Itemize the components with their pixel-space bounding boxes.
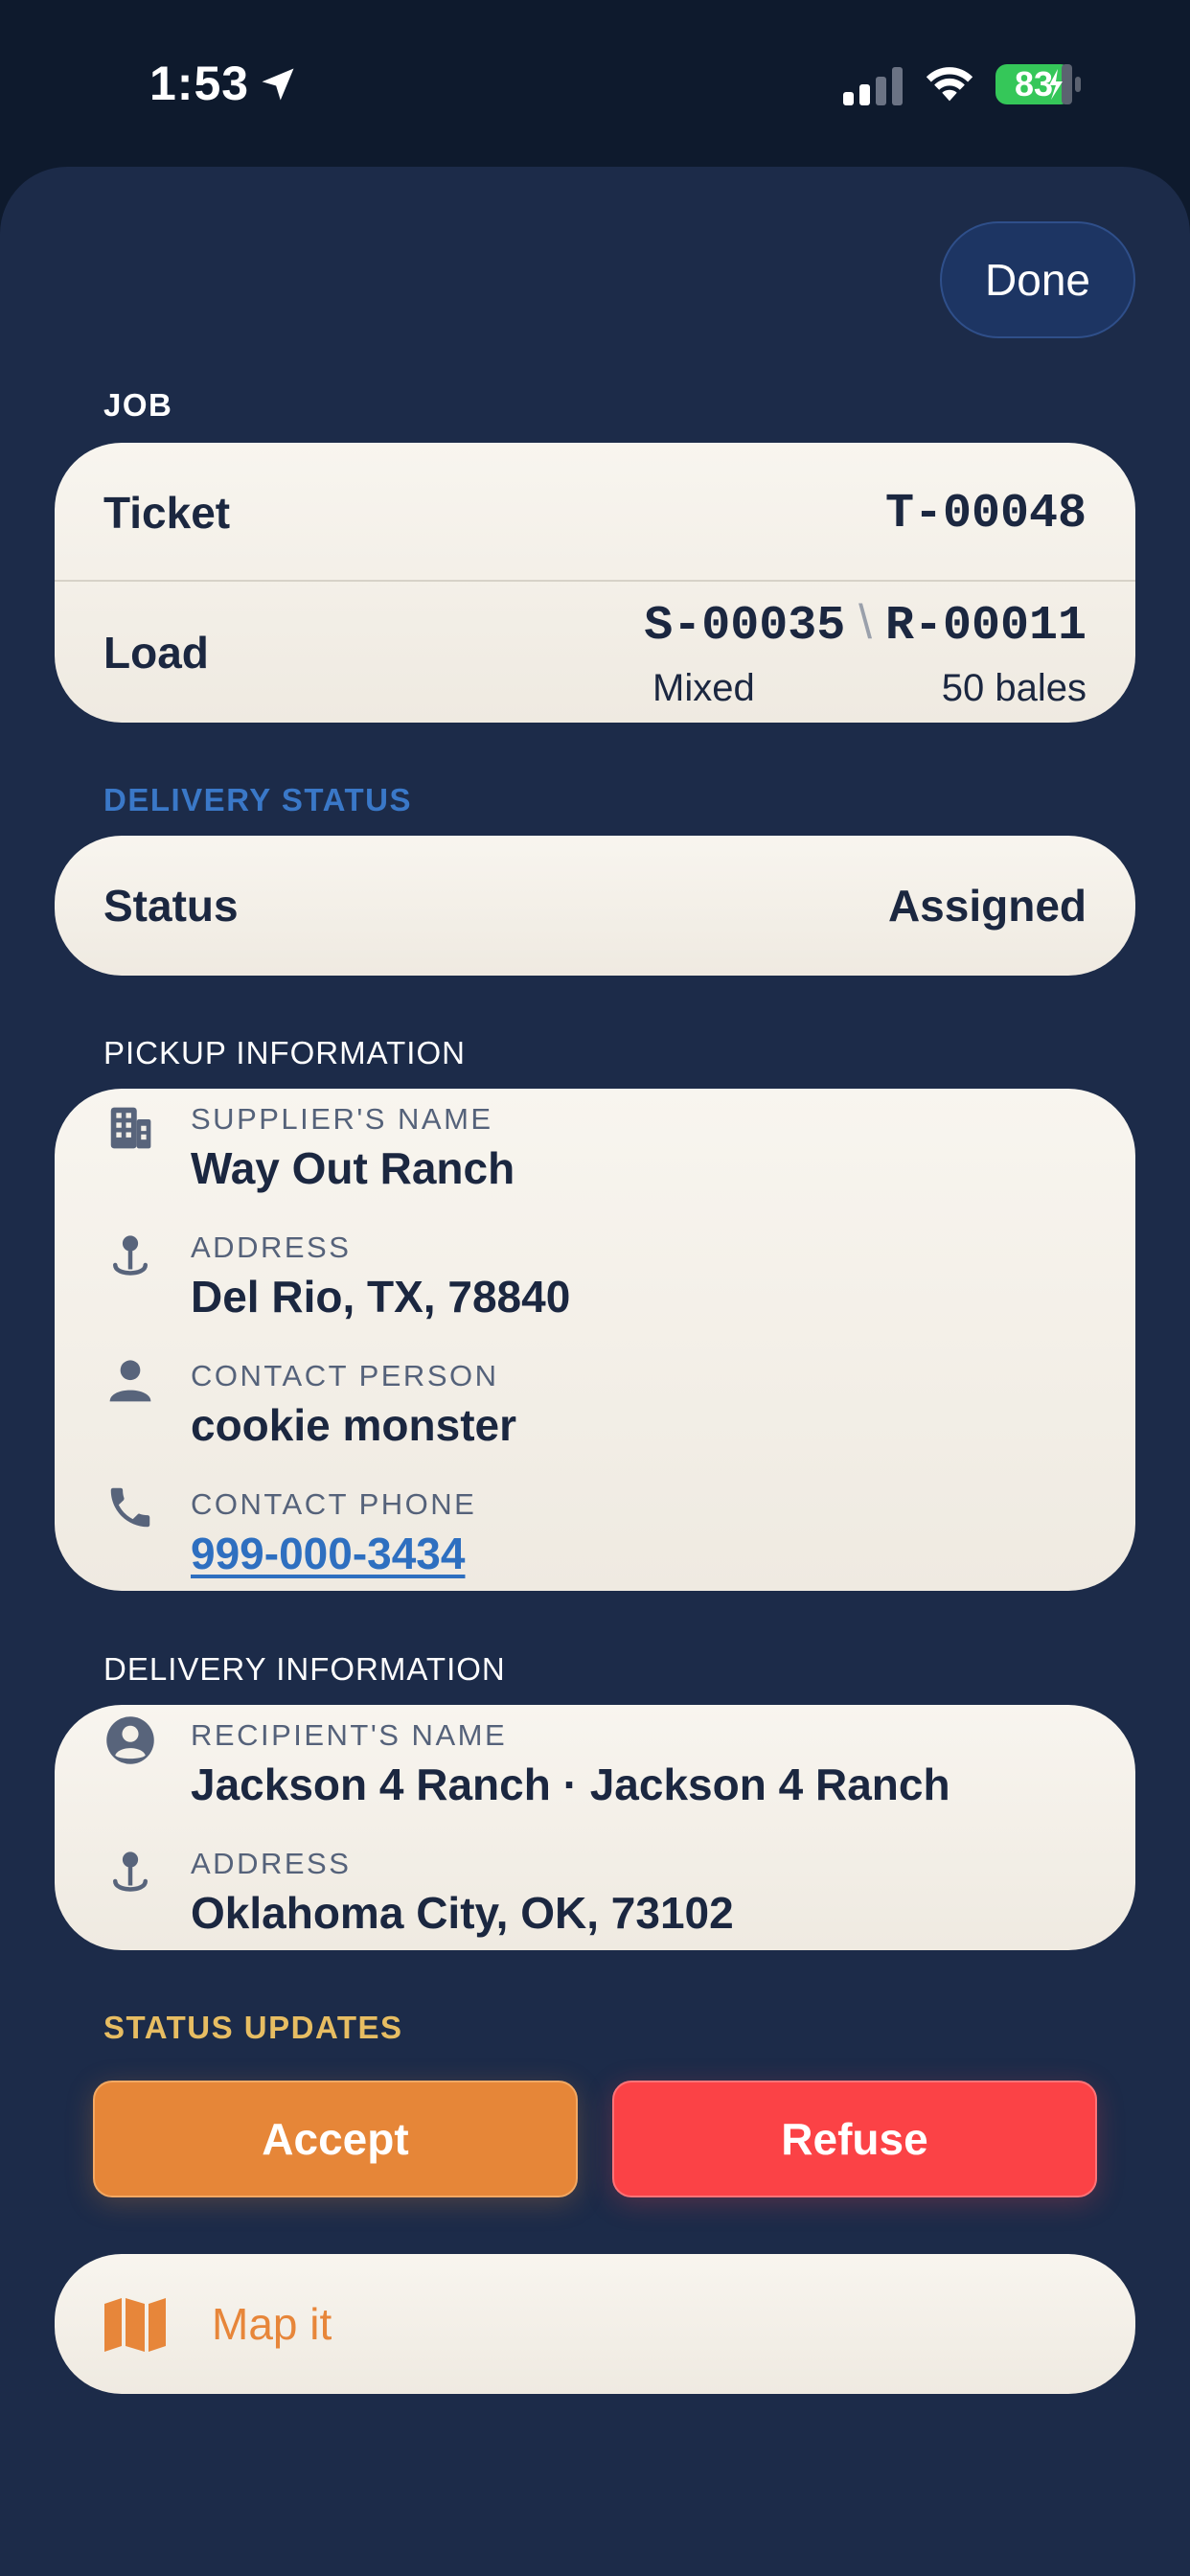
load-codes: S-00035 \ R-00011 xyxy=(644,594,1087,654)
load-receiver-code: R-00011 xyxy=(884,599,1087,654)
section-label-delivery-info: DELIVERY INFORMATION xyxy=(103,1651,506,1687)
job-card: Ticket T-00048 Load S-00035 \ R-00011 Mi… xyxy=(55,443,1135,723)
wifi-icon xyxy=(926,67,973,102)
supplier-name-value: Way Out Ranch xyxy=(191,1143,515,1193)
map-icon xyxy=(104,2298,166,2352)
delivery-status-card: Status Assigned xyxy=(55,836,1135,976)
person-icon xyxy=(109,1360,151,1402)
contact-phone-caption: CONTACT PHONE xyxy=(191,1487,477,1521)
phone-icon xyxy=(110,1487,150,1528)
contact-phone-link[interactable]: 999-000-3434 xyxy=(191,1528,465,1579)
pickup-address-caption: ADDRESS xyxy=(191,1230,352,1264)
delivery-card: RECIPIENT'S NAME Jackson 4 Ranch · Jacks… xyxy=(55,1705,1135,1950)
pickup-address-value: Del Rio, TX, 78840 xyxy=(191,1272,571,1322)
battery-percentage: 83 xyxy=(1014,64,1054,104)
location-arrow-icon xyxy=(262,68,294,101)
load-code-separator: \ xyxy=(858,595,873,649)
section-label-status-updates: STATUS UPDATES xyxy=(103,2010,403,2045)
load-supplier-code: S-00035 xyxy=(644,599,846,654)
map-it-label: Map it xyxy=(212,2299,332,2349)
done-button[interactable]: Done xyxy=(940,221,1135,338)
map-pin-icon xyxy=(113,1235,148,1276)
contact-person-value: cookie monster xyxy=(191,1400,516,1450)
section-label-delivery-status: DELIVERY STATUS xyxy=(103,782,412,817)
status-label: Status xyxy=(103,881,239,931)
map-it-button[interactable]: Map it xyxy=(55,2254,1135,2394)
delivery-address-value: Oklahoma City, OK, 73102 xyxy=(191,1888,734,1938)
cellular-signal-icon xyxy=(843,67,903,105)
delivery-detail-sheet: Done JOB Ticket T-00048 Load S-00035 \ R… xyxy=(0,167,1190,2576)
load-quantity: 50 bales xyxy=(941,667,1087,709)
status-value: Assigned xyxy=(887,881,1087,931)
building-icon xyxy=(110,1107,151,1149)
ticket-label: Ticket xyxy=(103,488,231,538)
section-label-job: JOB xyxy=(103,387,173,423)
contact-person-caption: CONTACT PERSON xyxy=(191,1359,499,1392)
load-label: Load xyxy=(103,628,209,678)
accept-button[interactable]: Accept xyxy=(93,2081,578,2197)
person-circle-icon xyxy=(106,1716,154,1764)
supplier-name-caption: SUPPLIER'S NAME xyxy=(191,1102,493,1136)
recipient-name-value: Jackson 4 Ranch · Jackson 4 Ranch xyxy=(191,1760,950,1809)
load-type: Mixed xyxy=(652,667,755,709)
row-divider xyxy=(55,580,1135,582)
map-pin-icon xyxy=(113,1852,148,1892)
status-bar: 1:53 83 xyxy=(0,0,1190,168)
delivery-address-caption: ADDRESS xyxy=(191,1847,352,1880)
recipient-name-caption: RECIPIENT'S NAME xyxy=(191,1718,508,1752)
pickup-card: SUPPLIER'S NAME Way Out Ranch ADDRESS De… xyxy=(55,1089,1135,1591)
status-time: 1:53 xyxy=(149,57,250,110)
section-label-pickup: PICKUP INFORMATION xyxy=(103,1035,466,1070)
ticket-value: T-00048 xyxy=(884,487,1087,541)
refuse-button[interactable]: Refuse xyxy=(612,2081,1097,2197)
